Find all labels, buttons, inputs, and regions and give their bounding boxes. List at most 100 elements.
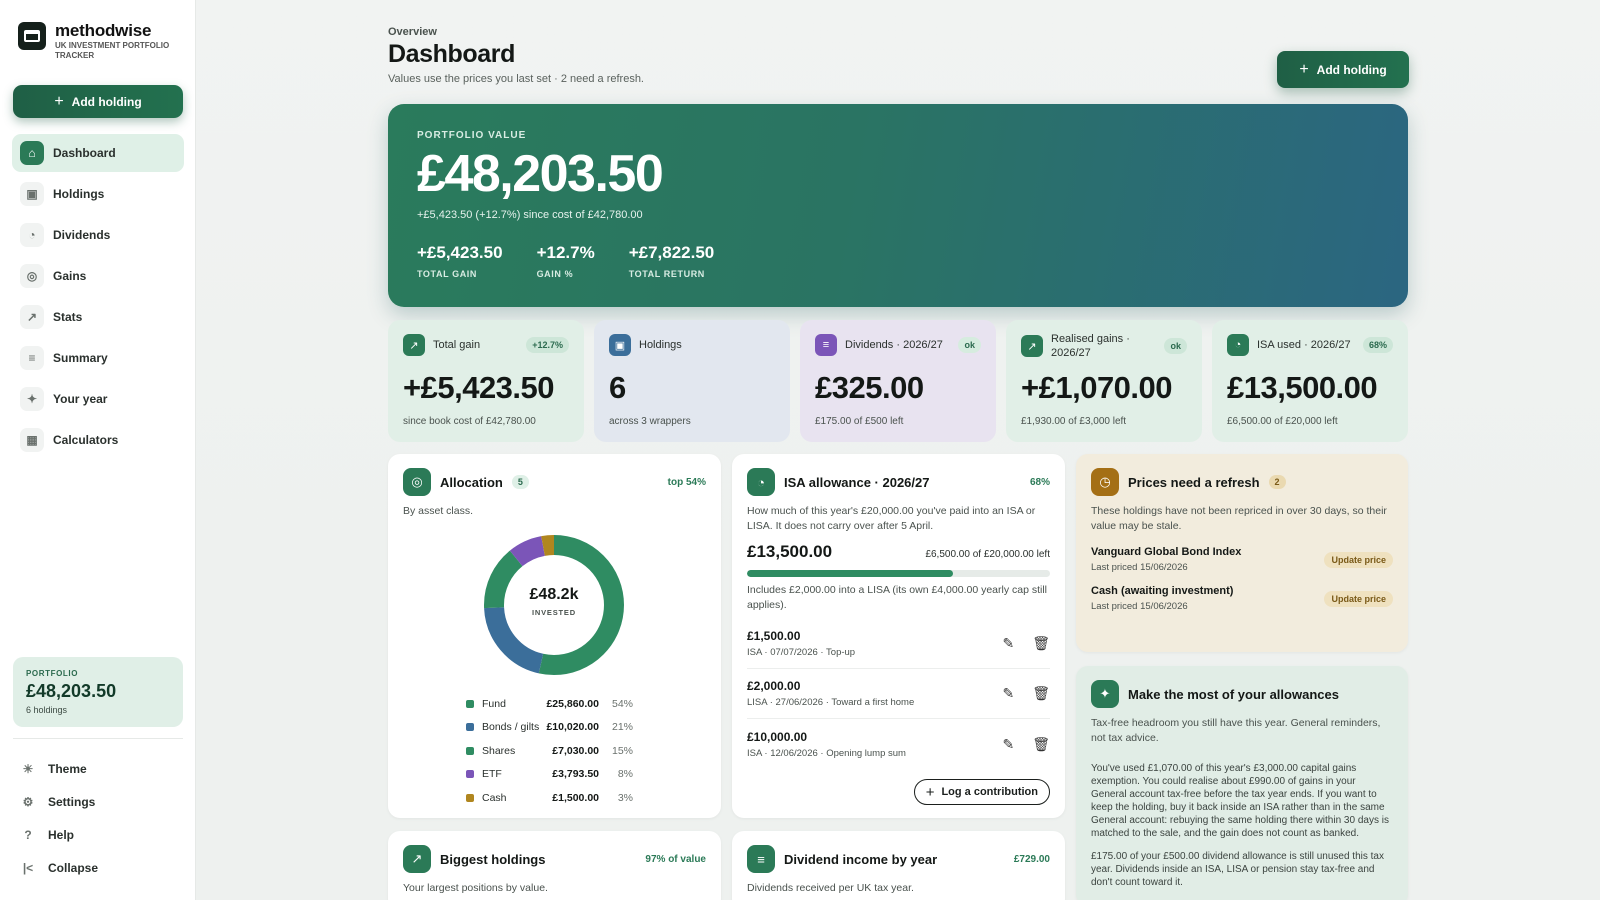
stat-label: TOTAL GAIN [417, 269, 477, 279]
log-contribution-button[interactable]: + Log a contribution [913, 779, 1050, 805]
sidebar-item-stats[interactable]: ↗ Stats [12, 298, 184, 336]
hero-stats: +£5,423.50 TOTAL GAIN +12.7% GAIN % +£7,… [417, 243, 1379, 279]
page-subtitle: Values use the prices you last set · 2 n… [388, 73, 644, 85]
kpi-title: Holdings [639, 339, 682, 351]
edit-icon[interactable]: ✎ [1002, 685, 1014, 702]
contribution-meta: ISA · 12/06/2026 · Opening lump sum [747, 747, 906, 759]
trash-icon[interactable]: 🗑 [1032, 635, 1050, 652]
brand[interactable]: methodwise UK INVESTMENT PORTFOLIO TRACK… [18, 22, 185, 61]
trend-icon: ↗ [403, 845, 431, 873]
refresh-title: Prices need a refresh [1128, 474, 1260, 490]
log-contribution-label: Log a contribution [941, 786, 1038, 798]
allocation-count: 5 [511, 475, 529, 489]
coins-icon: ◔ [20, 223, 44, 247]
sidebar-item-label: Dividends [53, 228, 111, 242]
kpi-dividends[interactable]: ≡ Dividends · 2026/27 ok £325.00 £175.00 o… [800, 320, 996, 442]
contribution-amount: £1,500.00 [747, 629, 801, 643]
isa-allowance-card: ◔ ISA allowance · 2026/27 68% How much o… [732, 454, 1065, 818]
dividend-income-card: ≡ Dividend income by year £729.00 Divide… [732, 831, 1065, 900]
isa-note: Includes £2,000.00 into a LISA (its own … [747, 584, 1048, 611]
biggest-title: Biggest holdings [440, 851, 546, 867]
legend-name: ETF [482, 768, 502, 781]
allocation-desc: By asset class. [403, 505, 474, 517]
sidebar-item-gains[interactable]: ◎ Gains [12, 257, 184, 295]
legend-pct: 8% [617, 768, 633, 781]
legend-swatch [466, 746, 474, 755]
trash-icon[interactable]: 🗑 [1032, 736, 1050, 753]
sidebar-item-your-year[interactable]: ✦ Your year [12, 380, 184, 418]
help-button[interactable]: ? Help [18, 818, 183, 851]
kpi-value: +£1,070.00 [1021, 370, 1173, 405]
dividend-income-title: Dividend income by year [784, 851, 938, 867]
wallet-icon: ▣ [20, 182, 44, 206]
update-price-button[interactable]: Update price [1324, 591, 1393, 607]
trend-icon: ↗ [20, 305, 44, 329]
list-item: Vanguard Global Bond Index Last priced 15… [1091, 546, 1393, 573]
stale-name: Cash (awaiting investment) [1091, 585, 1234, 597]
kpi-badge: ok [958, 337, 981, 353]
list-item: £1,500.00 ISA · 07/07/2026 · Top-up ✎ 🗑 [747, 619, 1050, 669]
header-add-holding-button[interactable]: + Add holding [1277, 51, 1409, 88]
contribution-amount: £10,000.00 [747, 729, 808, 744]
legend-row-cash: Cash £1,500.00 3% [466, 786, 646, 810]
legend-name: Shares [482, 744, 516, 757]
biggest-right: 97% of value [645, 853, 706, 865]
settings-label: Settings [48, 794, 96, 809]
kpi-total-gain[interactable]: ↗ Total gain +12.7% +£5,423.50 since book … [388, 320, 584, 442]
legend-swatch [466, 699, 474, 708]
collapse-button[interactable]: |< Collapse [18, 851, 183, 884]
sidebar-item-calculators[interactable]: ▦ Calculators [12, 421, 184, 459]
sparkle-icon: ✦ [20, 387, 44, 411]
sidebar-add-holding-button[interactable]: + Add holding [13, 85, 183, 118]
edit-icon[interactable]: ✎ [1002, 635, 1014, 652]
kpi-value: £13,500.00 [1227, 370, 1378, 405]
kpi-isa-used[interactable]: ◔ ISA used · 2026/27 68% £13,500.00 £6,500… [1212, 320, 1408, 442]
legend-swatch [466, 770, 474, 779]
donut-center-label: INVESTED [532, 608, 576, 617]
prices-refresh-card: ◷ Prices need a refresh 2 These holdings… [1076, 454, 1408, 652]
sidebar-item-dividends[interactable]: ◔ Dividends [12, 216, 184, 254]
document-icon: ≡ [20, 346, 44, 370]
sidebar-portfolio-sub: 6 holdings [26, 705, 68, 715]
isa-desc: How much of this year's £20,000.00 you'v… [747, 505, 1036, 532]
biggest-holdings-card: ↗ Biggest holdings 97% of value Your lar… [388, 831, 721, 900]
kpi-value: +£5,423.50 [403, 370, 555, 405]
trash-icon[interactable]: 🗑 [1032, 685, 1050, 702]
hero-stat-total-return: +£7,822.50 TOTAL RETURN [629, 243, 715, 279]
legend-row-etf: ETF £3,793.50 8% [466, 763, 646, 787]
allocation-legend: Fund £25,860.00 54% Bonds / gilts £10,020.0… [466, 692, 646, 810]
stat-value: +£5,423.50 [417, 243, 503, 262]
sidebar-portfolio-summary: PORTFOLIO £48,203.50 6 holdings [13, 657, 183, 727]
allowance-tip: You've used £1,070.00 of this year's £3,… [1091, 763, 1389, 839]
settings-button[interactable]: ⚙ Settings [18, 785, 183, 818]
sidebar-item-label: Summary [53, 351, 108, 365]
contribution-meta: ISA · 07/07/2026 · Top-up [747, 647, 856, 658]
list-item: £2,000.00 LISA · 27/06/2026 · Toward a fi… [747, 669, 1050, 719]
trend-icon: ↗ [1021, 335, 1043, 357]
sidebar-portfolio-value: £48,203.50 [26, 681, 117, 701]
kpi-holdings[interactable]: ▣ Holdings 6 across 3 wrappers [594, 320, 790, 442]
sidebar-item-label: Calculators [53, 433, 119, 447]
kpi-realised-gains[interactable]: ↗ Realised gains · 2026/27 ok +£1,070.00 £… [1006, 320, 1202, 442]
legend-value: £25,860.00 [546, 697, 599, 710]
sidebar: methodwise UK INVESTMENT PORTFOLIO TRACK… [0, 0, 196, 900]
sidebar-item-label: Your year [53, 392, 108, 406]
sidebar-item-holdings[interactable]: ▣ Holdings [12, 175, 184, 213]
kpi-title: Total gain [433, 339, 481, 351]
calculator-icon: ▦ [20, 428, 44, 452]
update-price-button[interactable]: Update price [1324, 552, 1393, 568]
list-item: Cash (awaiting investment) Last priced 15… [1091, 585, 1393, 612]
sidebar-item-summary[interactable]: ≡ Summary [12, 339, 184, 377]
sidebar-divider [13, 738, 183, 739]
legend-pct: 15% [611, 744, 633, 757]
sidebar-item-dashboard[interactable]: ⌂ Dashboard [12, 134, 184, 172]
legend-name: Bonds / gilts [482, 721, 540, 734]
legend-pct: 54% [611, 697, 633, 710]
plus-icon: + [54, 92, 64, 110]
edit-icon[interactable]: ✎ [1002, 736, 1014, 753]
document-icon: ≡ [815, 334, 837, 356]
stat-value: +£7,822.50 [628, 243, 715, 262]
theme-button[interactable]: ☀ Theme [18, 752, 183, 785]
stat-value: +12.7% [536, 243, 595, 262]
page-title: Dashboard [388, 40, 515, 68]
